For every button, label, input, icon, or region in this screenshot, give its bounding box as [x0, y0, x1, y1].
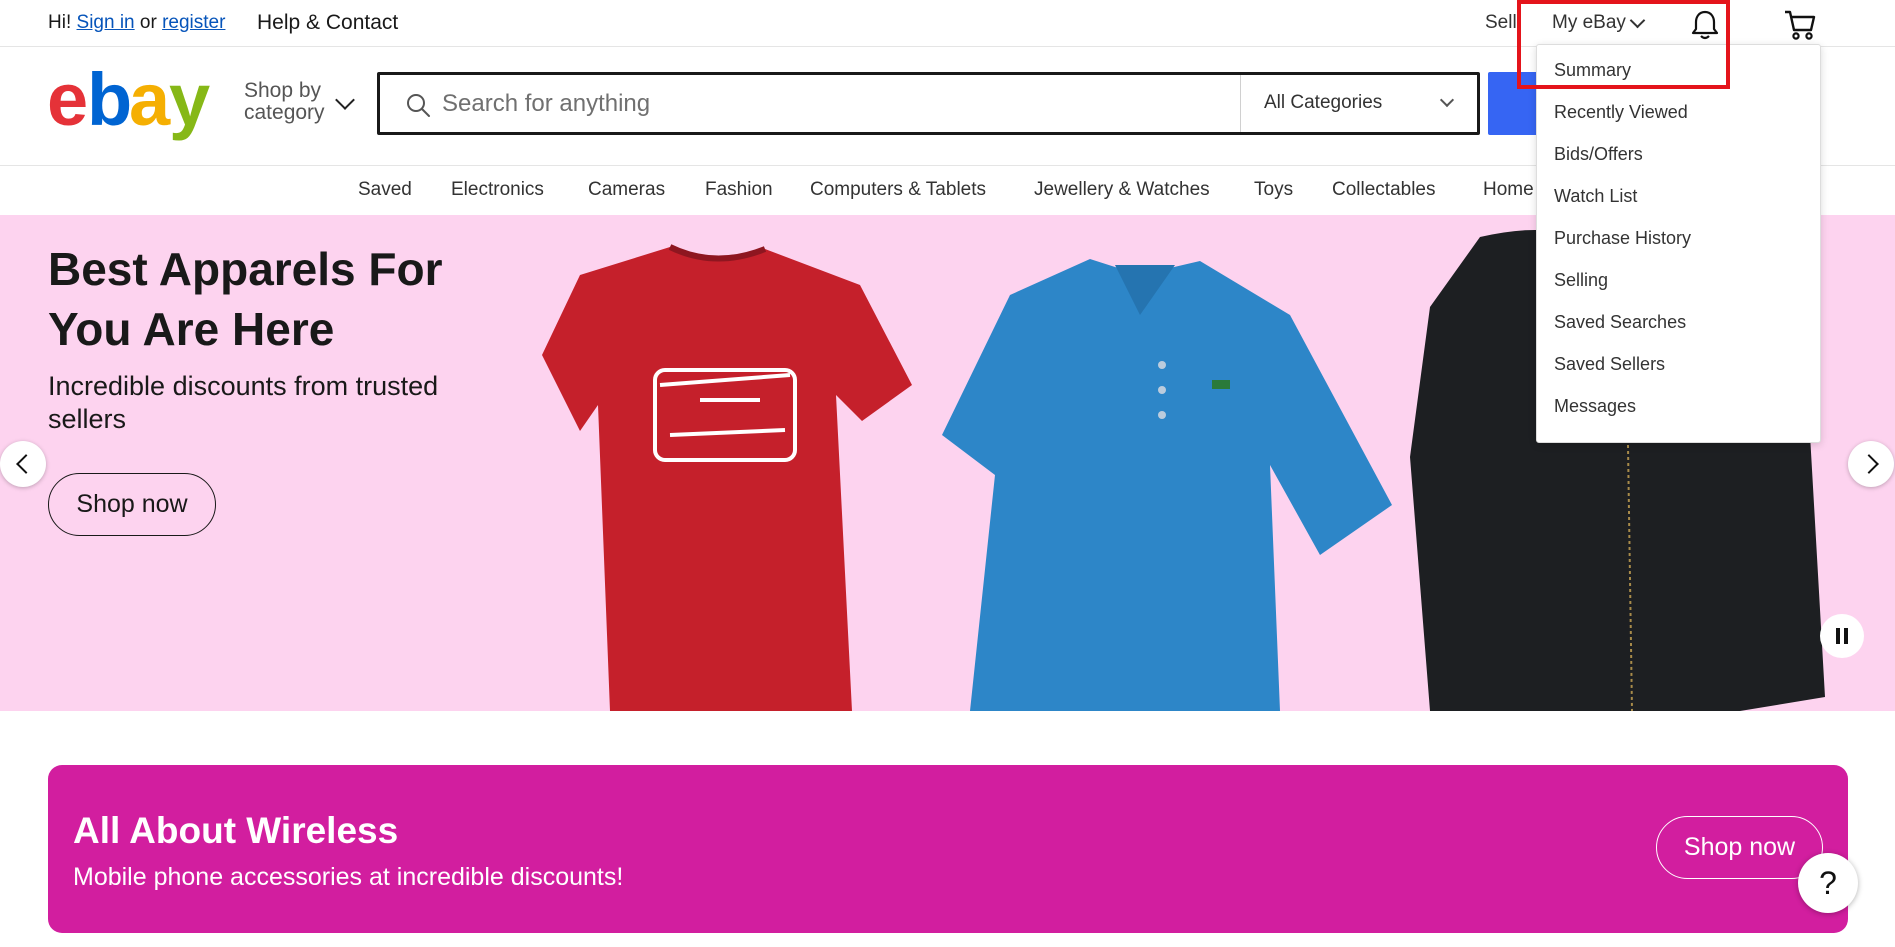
- sign-in-link[interactable]: Sign in: [77, 12, 135, 33]
- greeting: Hi! Sign in or register: [48, 12, 225, 34]
- dropdown-item-saved-sellers[interactable]: Saved Sellers: [1554, 354, 1665, 375]
- search-input[interactable]: [442, 81, 1282, 126]
- search-bar: All Categories: [377, 72, 1480, 135]
- carousel-next-button[interactable]: [1848, 441, 1894, 487]
- greeting-text: Hi!: [48, 12, 72, 33]
- blue-polo-image[interactable]: [940, 255, 1400, 711]
- my-ebay-menu[interactable]: My eBay: [1552, 12, 1646, 34]
- bell-icon[interactable]: [1688, 8, 1722, 42]
- dropdown-item-bids-offers[interactable]: Bids/Offers: [1554, 144, 1643, 165]
- shop-by-category-button[interactable]: Shop by category: [244, 80, 325, 124]
- nav-item-saved[interactable]: Saved: [358, 179, 412, 201]
- nav-item-cameras[interactable]: Cameras: [588, 179, 665, 201]
- register-link[interactable]: register: [162, 12, 225, 33]
- svg-text:e: e: [47, 65, 86, 141]
- dropdown-item-saved-searches[interactable]: Saved Searches: [1554, 312, 1686, 333]
- ebay-logo[interactable]: e b a y: [47, 65, 227, 141]
- dropdown-item-summary[interactable]: Summary: [1554, 60, 1631, 81]
- red-tshirt-image[interactable]: [540, 235, 920, 711]
- shop-by-label: Shop by: [244, 79, 322, 102]
- nav-item-computers-tablets[interactable]: Computers & Tablets: [810, 179, 986, 201]
- dropdown-item-watch-list[interactable]: Watch List: [1554, 186, 1637, 207]
- promo-banner: All About Wireless Mobile phone accessor…: [48, 765, 1848, 933]
- dropdown-item-messages[interactable]: Messages: [1554, 396, 1636, 417]
- category-select-value: All Categories: [1264, 92, 1383, 113]
- dropdown-item-selling[interactable]: Selling: [1554, 270, 1608, 291]
- banner-title: All About Wireless: [73, 810, 399, 851]
- chevron-down-icon[interactable]: [335, 90, 355, 110]
- my-ebay-dropdown: Summary Recently Viewed Bids/Offers Watc…: [1536, 44, 1821, 443]
- hero-shop-now-button[interactable]: Shop now: [48, 473, 216, 536]
- cart-icon[interactable]: [1782, 6, 1818, 42]
- category-select[interactable]: All Categories: [1240, 75, 1480, 132]
- hero-title: Best Apparels For You Are Here: [48, 243, 443, 355]
- banner-subtitle: Mobile phone accessories at incredible d…: [73, 863, 624, 891]
- help-button[interactable]: ?: [1798, 853, 1858, 913]
- chevron-down-icon: [1629, 12, 1646, 29]
- hero-subtitle: Incredible discounts from trusted seller…: [48, 371, 439, 434]
- my-ebay-label: My eBay: [1552, 12, 1626, 33]
- dropdown-item-recently-viewed[interactable]: Recently Viewed: [1554, 102, 1688, 123]
- chevron-down-icon: [1439, 92, 1455, 108]
- nav-item-toys[interactable]: Toys: [1254, 179, 1293, 201]
- pause-icon[interactable]: [1820, 614, 1864, 658]
- nav-item-jewellery-watches[interactable]: Jewellery & Watches: [1034, 179, 1210, 201]
- nav-item-fashion[interactable]: Fashion: [705, 179, 773, 201]
- dropdown-item-purchase-history[interactable]: Purchase History: [1554, 228, 1691, 249]
- nav-item-home[interactable]: Home: [1483, 179, 1534, 201]
- carousel-prev-button[interactable]: [0, 441, 46, 487]
- nav-item-electronics[interactable]: Electronics: [451, 179, 544, 201]
- nav-item-collectables[interactable]: Collectables: [1332, 179, 1436, 201]
- svg-text:a: a: [129, 65, 171, 141]
- banner-shop-now-button[interactable]: Shop now: [1656, 816, 1823, 879]
- help-contact-link[interactable]: Help & Contact: [257, 11, 398, 35]
- category-label: category: [244, 101, 325, 124]
- or-text: or: [139, 12, 157, 33]
- top-bar: Hi! Sign in or register Help & Contact S…: [0, 0, 1895, 47]
- svg-text:b: b: [87, 65, 130, 141]
- svg-text:y: y: [169, 65, 210, 141]
- search-icon: [407, 94, 430, 117]
- sell-link[interactable]: Sell: [1485, 12, 1517, 34]
